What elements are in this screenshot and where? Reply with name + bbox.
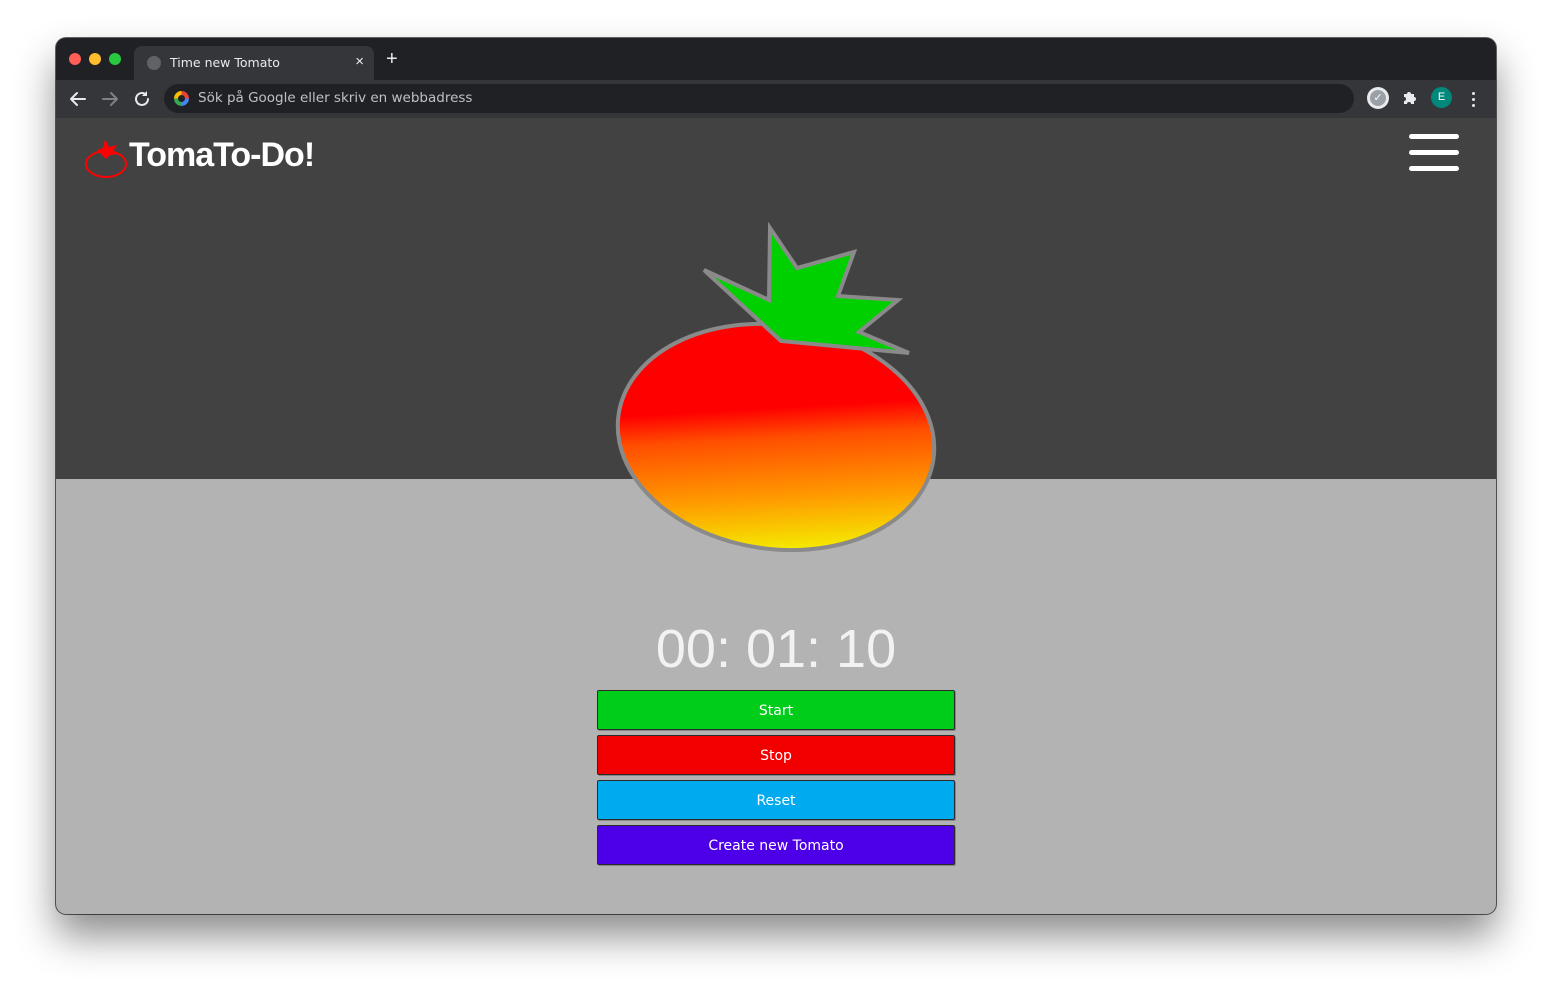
app-page: TomaTo-Do! 00: 01: 10 Start Stop Reset C… [56,118,1496,914]
globe-icon [147,56,161,70]
browser-window: Time new Tomato × + Sök på Google eller … [56,38,1496,914]
tomato-illustration [615,222,937,552]
reset-button[interactable]: Reset [597,780,955,820]
reload-icon[interactable] [131,88,153,110]
extension-check-icon[interactable]: ✓ [1367,87,1389,109]
tomato-body [615,321,937,552]
google-icon [174,91,189,106]
countdown-timer: 00: 01: 10 [655,619,897,679]
tomato-logo-icon[interactable] [84,136,132,182]
forward-arrow-icon[interactable] [99,88,121,110]
browser-toolbar: Sök på Google eller skriv en webbadress … [56,80,1496,118]
title-bar: Time new Tomato × + [56,38,1496,80]
browser-tab[interactable]: Time new Tomato × [134,46,374,80]
hamburger-menu-icon[interactable] [1409,134,1459,174]
start-button[interactable]: Start [597,690,955,730]
stop-button[interactable]: Stop [597,735,955,775]
maximize-window-button[interactable] [109,53,121,65]
close-window-button[interactable] [69,53,81,65]
puzzle-extensions-icon[interactable] [1400,88,1420,108]
create-new-tomato-button[interactable]: Create new Tomato [597,825,955,865]
back-arrow-icon[interactable] [67,88,89,110]
address-bar[interactable]: Sök på Google eller skriv en webbadress [164,84,1354,113]
new-tab-button[interactable]: + [386,49,398,69]
brand-title[interactable]: TomaTo-Do! [129,136,315,175]
tab-close-icon[interactable]: × [355,53,364,71]
profile-avatar[interactable]: E [1431,87,1452,108]
more-menu-icon[interactable] [1465,89,1483,109]
address-placeholder: Sök på Google eller skriv en webbadress [198,90,473,106]
tab-title: Time new Tomato [170,55,280,70]
minimize-window-button[interactable] [89,53,101,65]
